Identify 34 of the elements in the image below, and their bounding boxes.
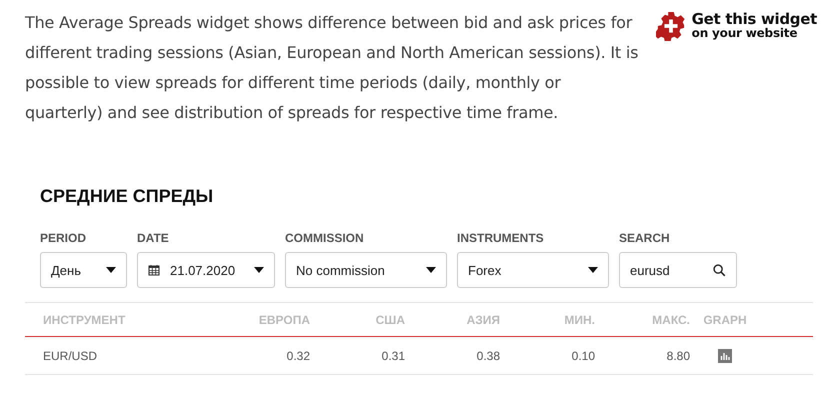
column-header: США: [374, 312, 405, 326]
calendar-icon: [148, 264, 160, 276]
intro-paragraph: The Average Spreads widget shows difference between bid and ask prices for different trading sessions (Asian, European and North American sessions). It is possible to view spreads for different time periods (daily, monthly or quarterly) and see distribution of spreads for respective time frame.: [25, 12, 640, 124]
column-header: ЕВРОПА: [258, 312, 310, 326]
date-dropdown[interactable]: 21.07.2020: [137, 252, 275, 288]
get-widget-link[interactable]: Get this widget on your website: [656, 10, 817, 42]
filter-label: COMMISSION: [285, 231, 365, 245]
filter-label: PERIOD: [40, 231, 88, 245]
table-cell-text: 0.31: [380, 348, 405, 362]
column-header: МАКС.: [651, 312, 690, 326]
table-cell-text: EUR/USD: [42, 348, 98, 362]
filter-label: SEARCH: [619, 231, 671, 245]
caret-icon: [426, 267, 436, 273]
gear-plus-icon: [656, 11, 686, 41]
dropdown[interactable]: День: [40, 252, 127, 288]
caret-icon: [254, 267, 264, 273]
caret-icon: [106, 267, 116, 273]
search-field[interactable]: eurusd: [619, 252, 737, 288]
dropdown[interactable]: Forex: [457, 252, 609, 288]
dropdown[interactable]: No commission: [285, 252, 447, 288]
caret-icon: [588, 267, 598, 273]
table-cell-text: 8.80: [666, 348, 690, 362]
filter-label: DATE: [137, 231, 170, 245]
bar-chart-icon[interactable]: [718, 348, 732, 362]
column-header: GRAPH: [702, 312, 748, 326]
table-cell-text: 0.32: [286, 348, 310, 362]
table-cell-text: 0.38: [476, 348, 500, 362]
column-header: МИН.: [563, 312, 595, 326]
column-header: ИНСТРУМЕНТ: [42, 312, 126, 326]
search-icon: [713, 264, 726, 276]
filter-label: INSTRUMENTS: [457, 231, 545, 245]
widget-title: СРЕДНИЕ СПРЕДЫ: [40, 186, 214, 207]
column-header: АЗИЯ: [466, 312, 500, 326]
table-cell-text: 0.10: [570, 348, 595, 362]
